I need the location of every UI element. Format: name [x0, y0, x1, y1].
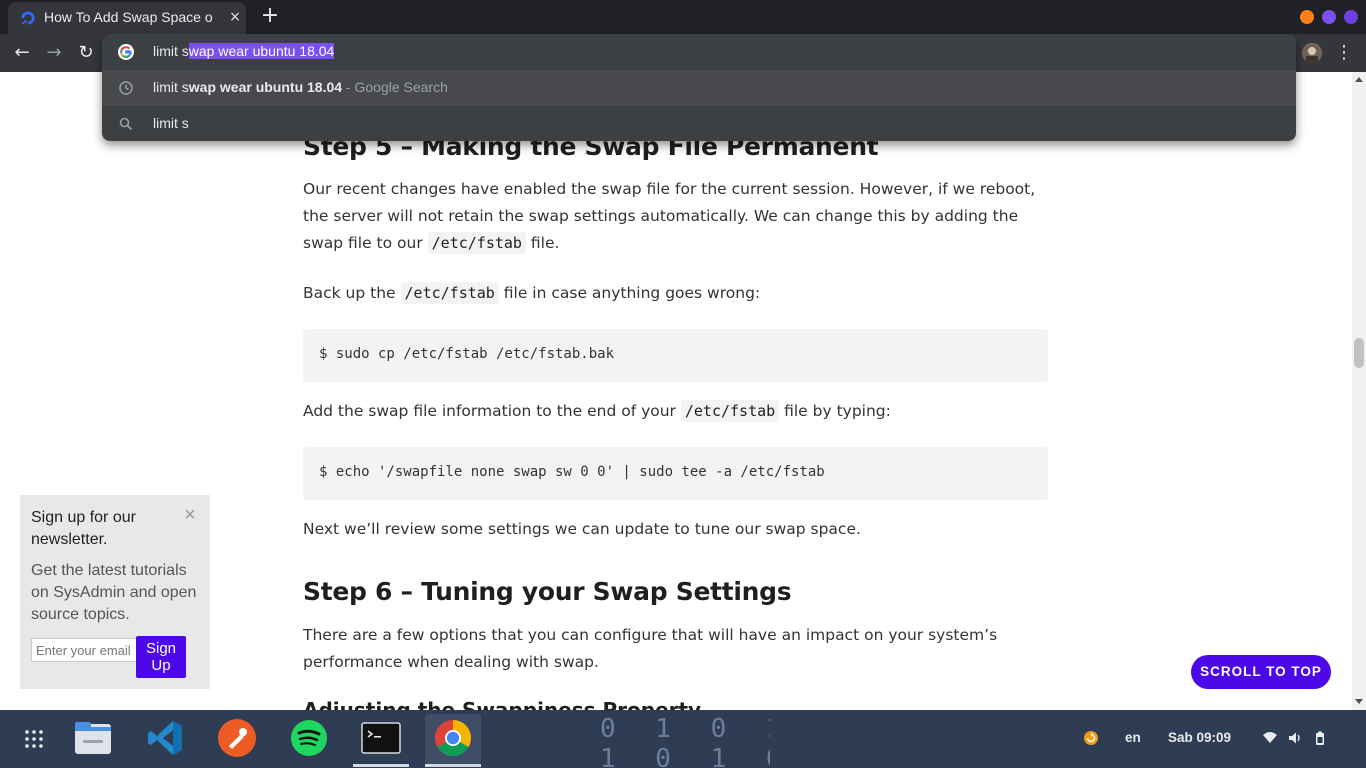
- taskbar: 0 1 0 1 01 0 1 0 1 en Sab 09:09: [0, 710, 1366, 768]
- inline-code: /etc/fstab: [427, 232, 526, 254]
- terminal-icon[interactable]: [361, 718, 401, 758]
- tab-active[interactable]: How To Add Swap Space o ×: [8, 2, 246, 34]
- newsletter-email-input[interactable]: [31, 638, 137, 662]
- paragraph-backup: Back up the /etc/fstab file in case anyt…: [303, 280, 1049, 307]
- paragraph-swap-options: There are a few options that you can con…: [303, 626, 998, 671]
- keyboard-language-indicator[interactable]: en: [1125, 730, 1141, 745]
- volume-icon[interactable]: [1287, 730, 1303, 746]
- code-block-backup[interactable]: $ sudo cp /etc/fstab /etc/fstab.bak: [303, 329, 1048, 382]
- files-icon[interactable]: [73, 718, 113, 758]
- spotify-icon[interactable]: [289, 718, 329, 758]
- wifi-icon[interactable]: [1262, 730, 1278, 746]
- google-icon: [118, 44, 134, 60]
- app-grid-icon[interactable]: [14, 719, 54, 759]
- newsletter-title: Sign up for our newsletter.: [31, 509, 136, 548]
- newsletter-close-icon[interactable]: ×: [181, 505, 199, 525]
- inline-code: /etc/fstab: [400, 282, 499, 304]
- omnibox-autocomplete-highlight: wap wear ubuntu 18.04: [188, 43, 335, 59]
- omnibox-dropdown: limit swap wear ubuntu 18.04 limit swap …: [102, 34, 1296, 141]
- browser-menu-button[interactable]: ⋮: [1334, 39, 1354, 67]
- battery-icon[interactable]: [1312, 730, 1328, 746]
- tab-close-icon[interactable]: ×: [226, 7, 244, 27]
- clock[interactable]: Sab 09:09: [1168, 730, 1231, 745]
- paragraph-text: Our recent changes have enabled the swap…: [303, 180, 1036, 252]
- newsletter-popup: Sign up for our newsletter. × Get the la…: [20, 495, 210, 689]
- swappiness-subheading: Adjusting the Swappiness Property: [303, 698, 702, 710]
- new-tab-button[interactable]: +: [258, 5, 282, 29]
- tab-title: How To Add Swap Space o: [44, 9, 213, 25]
- window-minimize-button[interactable]: [1300, 10, 1314, 24]
- history-icon: [119, 81, 133, 95]
- suggestion-text: limit swap wear ubuntu 18.04 - Google Se…: [153, 79, 448, 95]
- forward-button[interactable]: →: [40, 39, 68, 67]
- chrome-icon[interactable]: [433, 718, 473, 758]
- omnibox-suggestion-history[interactable]: limit swap wear ubuntu 18.04 - Google Se…: [102, 70, 1296, 106]
- paragraph-text: Add the swap file information to the end…: [303, 402, 681, 420]
- paragraph-swap-permanent: Our recent changes have enabled the swap…: [303, 176, 1049, 257]
- update-icon[interactable]: [1083, 730, 1099, 746]
- digitalocean-favicon-icon: [21, 11, 35, 25]
- newsletter-signup-button[interactable]: Sign Up: [136, 636, 186, 678]
- profile-avatar[interactable]: [1302, 43, 1322, 63]
- reload-button[interactable]: ↻: [72, 39, 100, 67]
- omnibox-input-row[interactable]: limit swap wear ubuntu 18.04: [102, 34, 1296, 70]
- paragraph-next-review: Next we’ll review some settings we can u…: [303, 520, 861, 538]
- window-maximize-button[interactable]: [1322, 10, 1336, 24]
- binary-row: 1 0 1 0 1: [600, 744, 770, 768]
- binary-row: 0 1 0 1 0: [600, 714, 770, 744]
- suggestion-completion: wap wear ubuntu 18.04: [188, 79, 343, 95]
- postman-icon[interactable]: [217, 718, 257, 758]
- scrollbar-thumb[interactable]: [1354, 338, 1364, 368]
- paragraph-text: file.: [525, 234, 560, 252]
- code-line: $ sudo cp /etc/fstab /etc/fstab.bak: [319, 346, 615, 362]
- vscode-icon[interactable]: [145, 718, 185, 758]
- search-icon: [119, 117, 133, 131]
- paragraph-add-swap-info: Add the swap file information to the end…: [303, 398, 1049, 425]
- suggestion-source: - Google Search: [342, 79, 448, 95]
- paragraph-text: file by typing:: [779, 402, 891, 420]
- step6-heading: Step 6 – Tuning your Swap Settings: [303, 577, 792, 606]
- terminal-running-indicator: [353, 764, 409, 767]
- paragraph-text: file in case anything goes wrong:: [498, 284, 761, 302]
- newsletter-description: Get the latest tutorials on SysAdmin and…: [31, 562, 197, 623]
- suggestion-prefix: limit s: [153, 79, 189, 95]
- suggestion-text: limit s: [153, 115, 189, 131]
- profile-photo-icon: [1302, 43, 1322, 63]
- back-button[interactable]: ←: [8, 39, 36, 67]
- chrome-running-indicator: [425, 764, 481, 767]
- scroll-to-top-button[interactable]: SCROLL TO TOP: [1191, 655, 1331, 689]
- omnibox-input[interactable]: limit swap wear ubuntu 18.04: [153, 43, 335, 59]
- inline-code: /etc/fstab: [680, 400, 780, 422]
- binary-decoration: 0 1 0 1 01 0 1 0 1: [600, 714, 770, 768]
- paragraph-text: Back up the: [303, 284, 401, 302]
- omnibox-typed-text: limit s: [153, 43, 189, 59]
- tab-strip: How To Add Swap Space o × +: [0, 0, 1366, 34]
- scroll-up-arrow-icon[interactable]: [1355, 77, 1363, 82]
- omnibox-suggestion-search[interactable]: limit s: [102, 106, 1296, 142]
- code-line: $ echo '/swapfile none swap sw 0 0' | su…: [319, 464, 825, 480]
- scroll-down-arrow-icon[interactable]: [1355, 699, 1363, 704]
- page-scrollbar[interactable]: [1352, 72, 1366, 710]
- code-block-fstab-append[interactable]: $ echo '/swapfile none swap sw 0 0' | su…: [303, 447, 1048, 500]
- window-close-button[interactable]: [1344, 10, 1358, 24]
